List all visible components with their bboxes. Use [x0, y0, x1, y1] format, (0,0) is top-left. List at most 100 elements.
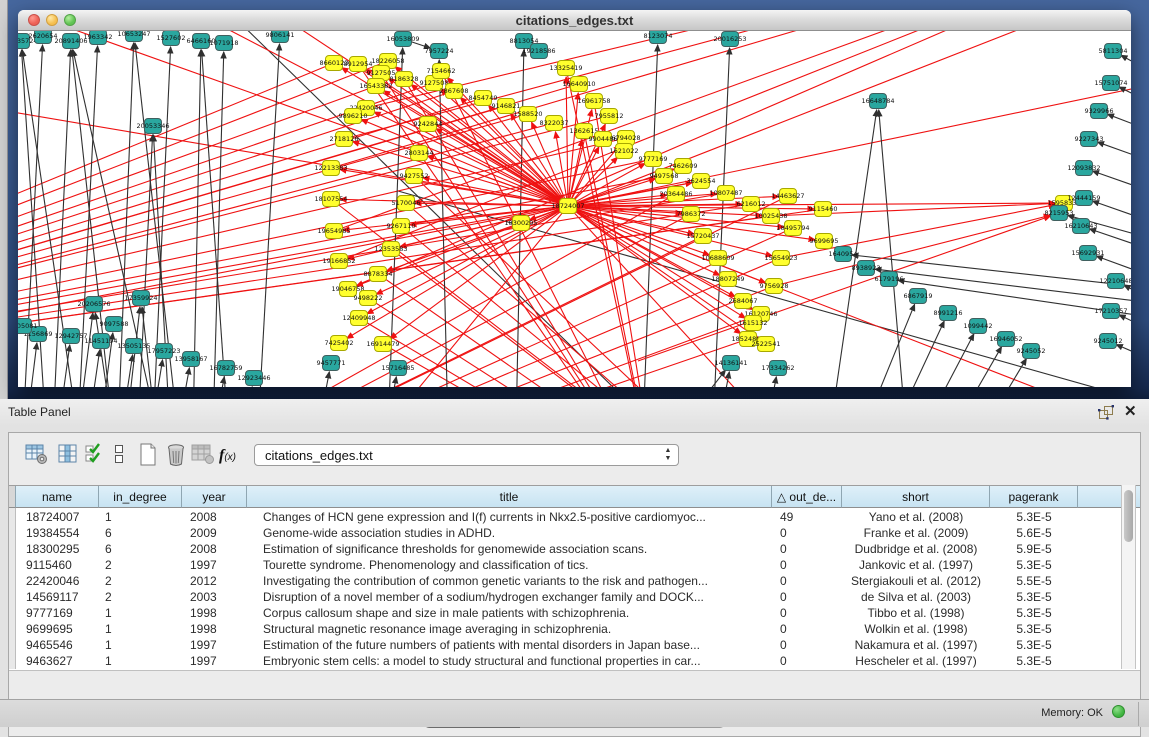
edge[interactable] [386, 377, 396, 387]
delete-table-icon[interactable] [165, 443, 187, 467]
table-cell[interactable]: 14569117 [16, 589, 99, 605]
column-header-in_degree[interactable]: in_degree [99, 486, 182, 508]
edge[interactable] [135, 43, 178, 387]
table-cell[interactable]: 9699695 [16, 621, 99, 637]
table-cell[interactable]: 9115460 [16, 557, 99, 573]
table-cell[interactable]: Wolkin et al. (1998) [842, 621, 990, 637]
table-cell[interactable]: 5.3E-5 [990, 637, 1078, 653]
table-cell[interactable]: 1997 [182, 637, 247, 653]
table-cell[interactable]: Franke et al. (2009) [842, 525, 990, 541]
table-cell[interactable]: Disruption of a novel member of a sodium… [247, 589, 772, 605]
table-cell[interactable]: 0 [772, 653, 842, 669]
close-panel-icon[interactable]: ✕ [1124, 402, 1137, 422]
table-cell[interactable]: 18724007 [16, 509, 99, 525]
table-cell[interactable]: 5.3E-5 [990, 557, 1078, 573]
table-cell[interactable]: Estimation of the future numbers of pati… [247, 637, 772, 653]
column-header-name[interactable]: name [16, 486, 99, 508]
edge[interactable] [566, 77, 568, 206]
column-header-out_de...[interactable]: △ out_de... [772, 486, 842, 508]
table-cell[interactable]: Estimation of significance thresholds fo… [247, 541, 772, 557]
new-table-icon[interactable] [138, 443, 158, 467]
table-cell[interactable]: 2008 [182, 509, 247, 525]
table-cell[interactable]: 0 [772, 621, 842, 637]
table-cell[interactable]: 5.3E-5 [990, 653, 1078, 669]
edge[interactable] [584, 131, 658, 387]
table-cell[interactable]: 6 [99, 525, 182, 541]
edge[interactable] [1116, 345, 1131, 371]
edge[interactable] [193, 50, 201, 387]
edge[interactable] [178, 368, 189, 387]
table-cell[interactable]: 0 [772, 605, 842, 621]
scrollbar-thumb[interactable] [1124, 490, 1133, 542]
edge[interactable] [1107, 114, 1131, 141]
edge[interactable] [953, 347, 1002, 387]
edge[interactable] [118, 43, 134, 387]
table-cell[interactable]: 5.3E-5 [990, 589, 1078, 605]
citation-network-graph[interactable]: 1872400786601238912954182260589127505165… [18, 31, 1131, 387]
table-cell[interactable]: 0 [772, 573, 842, 589]
column-header-blank[interactable] [9, 486, 16, 508]
edge[interactable] [1092, 201, 1131, 231]
row-height-icon[interactable] [113, 443, 125, 465]
edge[interactable] [678, 370, 725, 387]
network-canvas[interactable]: 1872400786601238912954182260589127505165… [18, 31, 1131, 387]
edge[interactable] [88, 350, 100, 387]
table-cell[interactable]: 5.3E-5 [990, 621, 1078, 637]
column-header-title[interactable]: title [247, 486, 772, 508]
edge[interactable] [121, 355, 133, 387]
table-cell[interactable]: 1 [99, 637, 182, 653]
table-select-dropdown[interactable]: citations_edges.txt ▲▼ [254, 444, 679, 466]
edge[interactable] [568, 206, 772, 256]
table-cell[interactable]: Structural magnetic resonance image aver… [247, 621, 772, 637]
table-cell[interactable]: Investigating the contribution of common… [247, 573, 772, 589]
table-cell[interactable]: Stergiakouli et al. (2012) [842, 573, 990, 589]
table-cell[interactable]: 9777169 [16, 605, 99, 621]
edge[interactable] [718, 372, 729, 387]
edge[interactable] [713, 48, 730, 387]
edge[interactable] [893, 321, 944, 387]
edge[interactable] [213, 52, 224, 387]
edge[interactable] [395, 67, 568, 206]
edge[interactable] [368, 298, 918, 387]
edge[interactable] [151, 360, 163, 387]
table-vertical-scrollbar[interactable] [1121, 485, 1136, 669]
table-cell[interactable]: 5.9E-5 [990, 541, 1078, 557]
edge[interactable] [766, 377, 776, 387]
table-cell[interactable]: 1 [99, 653, 182, 669]
table-cell[interactable]: Dudbridge et al. (2008) [842, 541, 990, 557]
table-cell[interactable]: 0 [772, 589, 842, 605]
table-cell[interactable]: 1998 [182, 605, 247, 621]
table-cell[interactable]: Embryonic stem cells: a model to study s… [247, 653, 772, 669]
edge[interactable] [348, 31, 1131, 289]
select-rows-icon[interactable] [85, 443, 103, 465]
table-cell[interactable]: 5.5E-5 [990, 573, 1078, 589]
column-header-short[interactable]: short [842, 486, 990, 508]
table-cell[interactable]: 1 [99, 621, 182, 637]
function-builder-icon[interactable]: f(x) [219, 447, 236, 465]
table-cell[interactable]: 18300295 [16, 541, 99, 557]
table-cell[interactable]: 9463627 [16, 653, 99, 669]
table-cell[interactable]: Nakamura et al. (1997) [842, 637, 990, 653]
edge[interactable] [78, 313, 93, 387]
table-cell[interactable]: 1998 [182, 621, 247, 637]
edge[interactable] [863, 304, 915, 387]
column-visibility-icon[interactable] [57, 443, 79, 465]
table-cell[interactable]: 1 [99, 509, 182, 525]
edge[interactable] [258, 44, 280, 387]
table-cell[interactable]: Genome-wide association studies in ADHD. [247, 525, 772, 541]
table-cell[interactable]: Hescheler et al. (1997) [842, 653, 990, 669]
table-cell[interactable]: 2008 [182, 541, 247, 557]
table-cell[interactable]: 2003 [182, 589, 247, 605]
table-cell[interactable]: Jankovic et al. (1997) [842, 557, 990, 573]
network-window-titlebar[interactable]: citations_edges.txt [18, 10, 1131, 31]
table-cell[interactable]: 2 [99, 557, 182, 573]
edge[interactable] [643, 45, 658, 387]
table-cell[interactable]: 2009 [182, 525, 247, 541]
edge[interactable] [318, 372, 329, 387]
table-cell[interactable]: 2012 [182, 573, 247, 589]
network-view-window[interactable]: citations_edges.txt 18724007866012389129… [18, 10, 1131, 387]
edge[interactable] [339, 31, 1131, 261]
table-cell[interactable]: 6 [99, 541, 182, 557]
table-cell[interactable]: 1997 [182, 653, 247, 669]
table-cell[interactable]: Corpus callosum shape and size in male p… [247, 605, 772, 621]
